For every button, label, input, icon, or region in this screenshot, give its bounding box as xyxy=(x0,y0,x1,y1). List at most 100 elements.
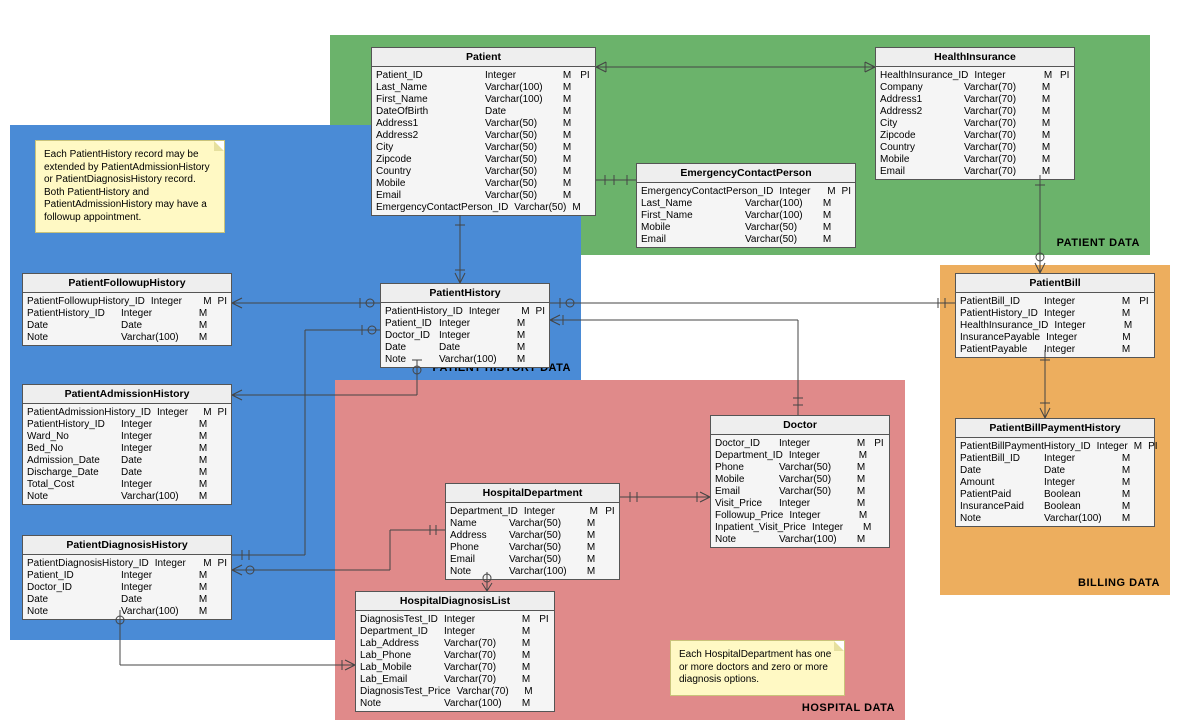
entity-row: Ward_NoIntegerM xyxy=(27,430,227,442)
entity-row: CityVarchar(70)M xyxy=(880,117,1070,129)
zone-label-hospital: HOSPITAL DATA xyxy=(802,702,895,714)
entity-row: Patient_IDIntegerM xyxy=(27,569,227,581)
entity-patient-history[interactable]: PatientHistory PatientHistory_IDIntegerMP… xyxy=(380,283,550,368)
entity-row: Patient_IDIntegerMPI xyxy=(376,69,591,81)
entity-row: Address1Varchar(50)M xyxy=(376,117,591,129)
entity-row: First_NameVarchar(100)M xyxy=(641,209,851,221)
note-patient-history: Each PatientHistory record may be extend… xyxy=(35,140,225,233)
entity-title: PatientFollowupHistory xyxy=(23,274,231,293)
entity-row: HealthInsurance_IDIntegerM xyxy=(960,319,1150,331)
entity-row: PatientFollowupHistory_IDIntegerMPI xyxy=(27,295,227,307)
entity-row: PatientHistory_IDIntegerMPI xyxy=(385,305,545,317)
entity-row: Address2Varchar(50)M xyxy=(376,129,591,141)
entity-hospital-department[interactable]: HospitalDepartment Department_IDIntegerMP… xyxy=(445,483,620,580)
entity-row: PatientBillPaymentHistory_IDIntegerMPI xyxy=(960,440,1150,452)
entity-row: NoteVarchar(100)M xyxy=(715,533,885,545)
entity-patient-bill[interactable]: PatientBillPatientBill_IDIntegerMPIPatie… xyxy=(955,273,1155,358)
entity-row: PatientPaidBooleanM xyxy=(960,488,1150,500)
entity-row: NameVarchar(50)M xyxy=(450,517,615,529)
entity-row: NoteVarchar(100)M xyxy=(385,353,545,365)
entity-emergency-contact[interactable]: EmergencyContactPerson EmergencyContactPe… xyxy=(636,163,856,248)
entity-row: EmailVarchar(50)M xyxy=(376,189,591,201)
entity-title: Patient xyxy=(372,48,595,67)
entity-title: PatientAdmissionHistory xyxy=(23,385,231,404)
entity-patient-followup[interactable]: PatientFollowupHistory PatientFollowupHis… xyxy=(22,273,232,346)
entity-patient-bill-payment[interactable]: PatientBillPaymentHistory PatientBillPaym… xyxy=(955,418,1155,527)
entity-row: MobileVarchar(50)M xyxy=(715,473,885,485)
entity-title: EmergencyContactPerson xyxy=(637,164,855,183)
entity-row: PatientPayableIntegerM xyxy=(960,343,1150,355)
entity-title: PatientBill xyxy=(956,274,1154,293)
entity-row: Total_CostIntegerM xyxy=(27,478,227,490)
entity-row: DiagnosisTest_IDIntegerMPI xyxy=(360,613,550,625)
entity-row: EmergencyContactPerson_IDVarchar(50)M xyxy=(376,201,591,213)
entity-row: Department_IDIntegerMPI xyxy=(450,505,615,517)
entity-row: MobileVarchar(50)M xyxy=(376,177,591,189)
note-hospital-department: Each HospitalDepartment has one or more … xyxy=(670,640,845,696)
entity-row: InsurancePayableIntegerM xyxy=(960,331,1150,343)
entity-row: Visit_PriceIntegerM xyxy=(715,497,885,509)
entity-row: HealthInsurance_IDIntegerMPI xyxy=(880,69,1070,81)
entity-row: PatientHistory_IDIntegerM xyxy=(27,418,227,430)
entity-health-insurance[interactable]: HealthInsurance HealthInsurance_IDInteger… xyxy=(875,47,1075,180)
entity-title: PatientBillPaymentHistory xyxy=(956,419,1154,438)
entity-row: PatientHistory_IDIntegerM xyxy=(960,307,1150,319)
entity-row: ZipcodeVarchar(50)M xyxy=(376,153,591,165)
entity-row: DateDateM xyxy=(27,319,227,331)
entity-row: PatientBill_IDIntegerMPI xyxy=(960,295,1150,307)
entity-patient-diagnosis[interactable]: PatientDiagnosisHistory PatientDiagnosisH… xyxy=(22,535,232,620)
entity-row: CountryVarchar(70)M xyxy=(880,141,1070,153)
entity-patient[interactable]: PatientPatient_IDIntegerMPILast_NameVarc… xyxy=(371,47,596,216)
entity-row: Bed_NoIntegerM xyxy=(27,442,227,454)
entity-row: Department_IDIntegerM xyxy=(715,449,885,461)
entity-row: Admission_DateDateM xyxy=(27,454,227,466)
entity-row: CompanyVarchar(70)M xyxy=(880,81,1070,93)
entity-row: Doctor_IDIntegerM xyxy=(27,581,227,593)
entity-row: Lab_PhoneVarchar(70)M xyxy=(360,649,550,661)
entity-row: NoteVarchar(100)M xyxy=(450,565,615,577)
entity-title: Doctor xyxy=(711,416,889,435)
entity-title: HealthInsurance xyxy=(876,48,1074,67)
entity-row: PatientDiagnosisHistory_IDIntegerMPI xyxy=(27,557,227,569)
entity-row: Inpatient_Visit_PriceIntegerM xyxy=(715,521,885,533)
entity-patient-admission[interactable]: PatientAdmissionHistory PatientAdmissionH… xyxy=(22,384,232,505)
entity-title: HospitalDepartment xyxy=(446,484,619,503)
entity-row: Lab_AddressVarchar(70)M xyxy=(360,637,550,649)
entity-hospital-diagnosis[interactable]: HospitalDiagnosisList DiagnosisTest_IDInt… xyxy=(355,591,555,712)
entity-row: Address1Varchar(70)M xyxy=(880,93,1070,105)
entity-row: DateOfBirthDateM xyxy=(376,105,591,117)
entity-row: InsurancePaidBooleanM xyxy=(960,500,1150,512)
entity-row: CityVarchar(50)M xyxy=(376,141,591,153)
entity-row: PhoneVarchar(50)M xyxy=(715,461,885,473)
entity-title: HospitalDiagnosisList xyxy=(356,592,554,611)
entity-row: EmailVarchar(50)M xyxy=(450,553,615,565)
entity-title: PatientDiagnosisHistory xyxy=(23,536,231,555)
zone-label-billing: BILLING DATA xyxy=(1078,577,1160,589)
entity-row: MobileVarchar(70)M xyxy=(880,153,1070,165)
entity-row: ZipcodeVarchar(70)M xyxy=(880,129,1070,141)
entity-row: First_NameVarchar(100)M xyxy=(376,93,591,105)
entity-row: PhoneVarchar(50)M xyxy=(450,541,615,553)
entity-row: DateDateM xyxy=(960,464,1150,476)
entity-row: AddressVarchar(50)M xyxy=(450,529,615,541)
entity-row: EmergencyContactPerson_IDIntegerMPI xyxy=(641,185,851,197)
entity-row: Lab_EmailVarchar(70)M xyxy=(360,673,550,685)
entity-doctor[interactable]: DoctorDoctor_IDIntegerMPIDepartment_IDIn… xyxy=(710,415,890,548)
entity-row: EmailVarchar(70)M xyxy=(880,165,1070,177)
entity-row: PatientAdmissionHistory_IDIntegerMPI xyxy=(27,406,227,418)
entity-row: Patient_IDIntegerM xyxy=(385,317,545,329)
entity-row: NoteVarchar(100)M xyxy=(360,697,550,709)
entity-row: Discharge_DateDateM xyxy=(27,466,227,478)
entity-row: DateDateM xyxy=(385,341,545,353)
entity-row: NoteVarchar(100)M xyxy=(27,490,227,502)
entity-row: MobileVarchar(50)M xyxy=(641,221,851,233)
entity-row: DiagnosisTest_PriceVarchar(70)M xyxy=(360,685,550,697)
entity-row: NoteVarchar(100)M xyxy=(960,512,1150,524)
entity-row: Lab_MobileVarchar(70)M xyxy=(360,661,550,673)
entity-title: PatientHistory xyxy=(381,284,549,303)
zone-label-patient: PATIENT DATA xyxy=(1057,237,1140,249)
entity-row: Doctor_IDIntegerM xyxy=(385,329,545,341)
entity-row: Followup_PriceIntegerM xyxy=(715,509,885,521)
entity-row: PatientBill_IDIntegerM xyxy=(960,452,1150,464)
entity-row: NoteVarchar(100)M xyxy=(27,605,227,617)
